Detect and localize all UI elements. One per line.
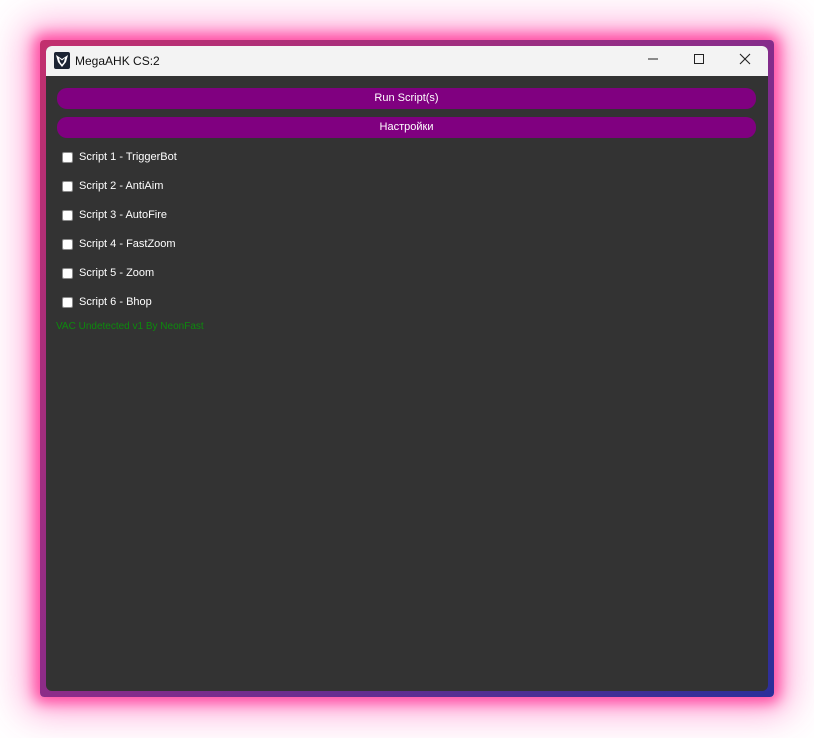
script-item-autofire[interactable]: Script 3 - AutoFire	[62, 207, 167, 223]
settings-button[interactable]: Настройки	[57, 117, 756, 138]
title-bar[interactable]: MegaAHK CS:2	[46, 46, 768, 76]
script-item-antiaim[interactable]: Script 2 - AntiAim	[62, 178, 163, 194]
footer-credit: VAC Undetected v1 By NeonFast	[56, 321, 204, 332]
script-item-triggerbot[interactable]: Script 1 - TriggerBot	[62, 149, 177, 165]
app-window: MegaAHK CS:2 Run Script(s) Настройки Scr…	[46, 46, 768, 691]
script-item-fastzoom[interactable]: Script 4 - FastZoom	[62, 236, 176, 252]
script-checkbox[interactable]	[62, 180, 73, 192]
main-content: Run Script(s) Настройки Script 1 - Trigg…	[46, 76, 768, 691]
maximize-button[interactable]	[676, 46, 722, 76]
script-label: Script 1 - TriggerBot	[79, 151, 177, 163]
script-checkbox[interactable]	[62, 296, 73, 308]
minimize-icon	[647, 52, 659, 70]
close-button[interactable]	[722, 46, 768, 76]
window-title: MegaAHK CS:2	[75, 54, 160, 68]
script-checkbox[interactable]	[62, 238, 73, 250]
script-checkbox[interactable]	[62, 209, 73, 221]
script-label: Script 2 - AntiAim	[79, 180, 164, 192]
script-label: Script 4 - FastZoom	[79, 238, 176, 250]
script-label: Script 5 - Zoom	[79, 267, 155, 279]
script-label: Script 6 - Bhop	[79, 296, 152, 308]
maximize-icon	[693, 52, 705, 70]
script-label: Script 3 - AutoFire	[79, 209, 168, 221]
run-scripts-button[interactable]: Run Script(s)	[57, 88, 756, 109]
script-item-bhop[interactable]: Script 6 - Bhop	[62, 294, 152, 310]
script-checkbox[interactable]	[62, 267, 73, 279]
script-checkbox[interactable]	[62, 151, 73, 163]
close-icon	[739, 52, 751, 70]
script-item-zoom[interactable]: Script 5 - Zoom	[62, 265, 154, 281]
winged-logo-icon	[54, 52, 70, 69]
minimize-button[interactable]	[630, 46, 676, 76]
